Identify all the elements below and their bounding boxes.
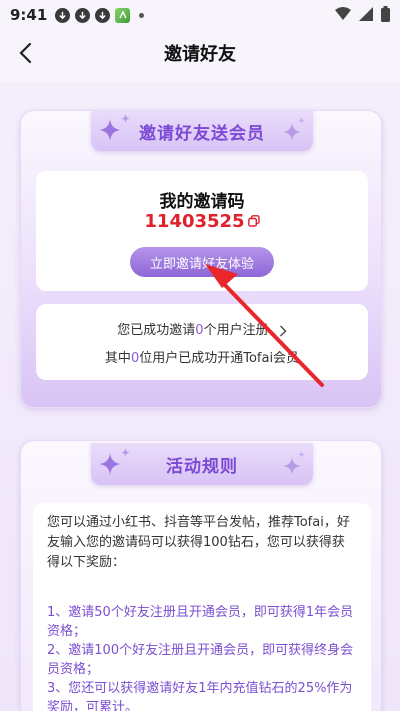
stats-line1-suffix: 个用户注册 — [203, 323, 269, 338]
status-time: 9:41 — [10, 6, 48, 24]
rules-list: 1、邀请50个好友注册且开通会员，即可获得1年会员资格； 2、邀请100个好友注… — [47, 603, 357, 711]
invite-stats-box: 您已成功邀请0个用户注册 其中0位用户已成功开通Tofai会员 — [36, 304, 368, 380]
invite-code-label: 我的邀请码 — [159, 192, 245, 212]
invite-card-header: 邀请好友送会员 — [91, 111, 313, 151]
app-icon — [115, 7, 131, 23]
invited-users-link[interactable]: 您已成功邀请0个用户注册 — [36, 319, 368, 338]
rules-content-box: 您可以通过小红书、抖音等平台发帖，推荐Tofai，好友输入您的邀请码可以获得10… — [33, 503, 371, 711]
chevron-left-icon — [19, 42, 32, 64]
chevron-right-icon — [279, 325, 287, 336]
dot-icon — [139, 12, 145, 18]
rules-card-title: 活动规则 — [166, 456, 238, 477]
invite-friends-button[interactable]: 立即邀请好友体验 — [130, 247, 274, 277]
invite-code-box: 我的邀请码 11403525 立即邀请好友体验 — [36, 171, 368, 291]
copy-icon[interactable] — [247, 212, 260, 231]
sparkle-icon — [121, 114, 130, 123]
sparkle-icon — [121, 448, 130, 457]
nav-bar: 邀请好友 — [0, 30, 400, 76]
rules-intro-text: 您可以通过小红书、抖音等平台发帖，推荐Tofai，好友输入您的邀请码可以获得10… — [47, 515, 350, 570]
rules-card: 活动规则 您可以通过小红书、抖音等平台发帖，推荐Tofai，好友输入您的邀请码可… — [20, 440, 382, 711]
invite-card: 邀请好友送会员 我的邀请码 11403525 立即邀请好友体验 您已成功邀请0个… — [20, 110, 382, 408]
status-bar: 9:41 — [0, 0, 400, 30]
notification-icons — [55, 7, 145, 23]
rules-card-header: 活动规则 — [91, 443, 313, 485]
wifi-icon — [335, 7, 351, 20]
download-icon — [55, 7, 71, 23]
invited-count: 0 — [195, 323, 204, 338]
rules-list-item: 3、您还可以获得邀请好友1年内充值钻石的25%作为奖励，可累计。 — [47, 681, 353, 711]
sparkle-icon — [99, 453, 121, 475]
stats-line1-prefix: 您已成功邀请 — [117, 323, 196, 338]
download-icon — [75, 7, 91, 23]
sparkle-icon — [99, 119, 121, 141]
stats-line2-suffix: 位用户已成功开通Tofai会员 — [139, 351, 300, 366]
invite-card-title: 邀请好友送会员 — [139, 123, 265, 144]
download-icon — [95, 7, 111, 23]
battery-icon — [381, 6, 390, 22]
stats-line2-prefix: 其中 — [104, 351, 131, 366]
invite-code-value: 11403525 — [144, 211, 245, 232]
rules-list-item: 1、邀请50个好友注册且开通会员，即可获得1年会员资格； — [47, 605, 354, 639]
sparkle-icon — [298, 117, 305, 124]
system-icons — [335, 6, 390, 22]
signal-icon — [359, 7, 373, 21]
sparkle-icon — [283, 123, 301, 141]
back-button[interactable] — [10, 38, 40, 68]
page-title: 邀请好友 — [164, 44, 236, 65]
sparkle-icon — [298, 451, 305, 458]
invite-code-row: 11403525 — [36, 211, 368, 232]
sparkle-icon — [283, 457, 301, 475]
rules-list-item: 2、邀请100个好友注册且开通会员，即可获得终身会员资格； — [47, 643, 354, 677]
opened-count: 0 — [130, 351, 140, 366]
stats-line2: 其中0位用户已成功开通Tofai会员 — [36, 347, 368, 366]
